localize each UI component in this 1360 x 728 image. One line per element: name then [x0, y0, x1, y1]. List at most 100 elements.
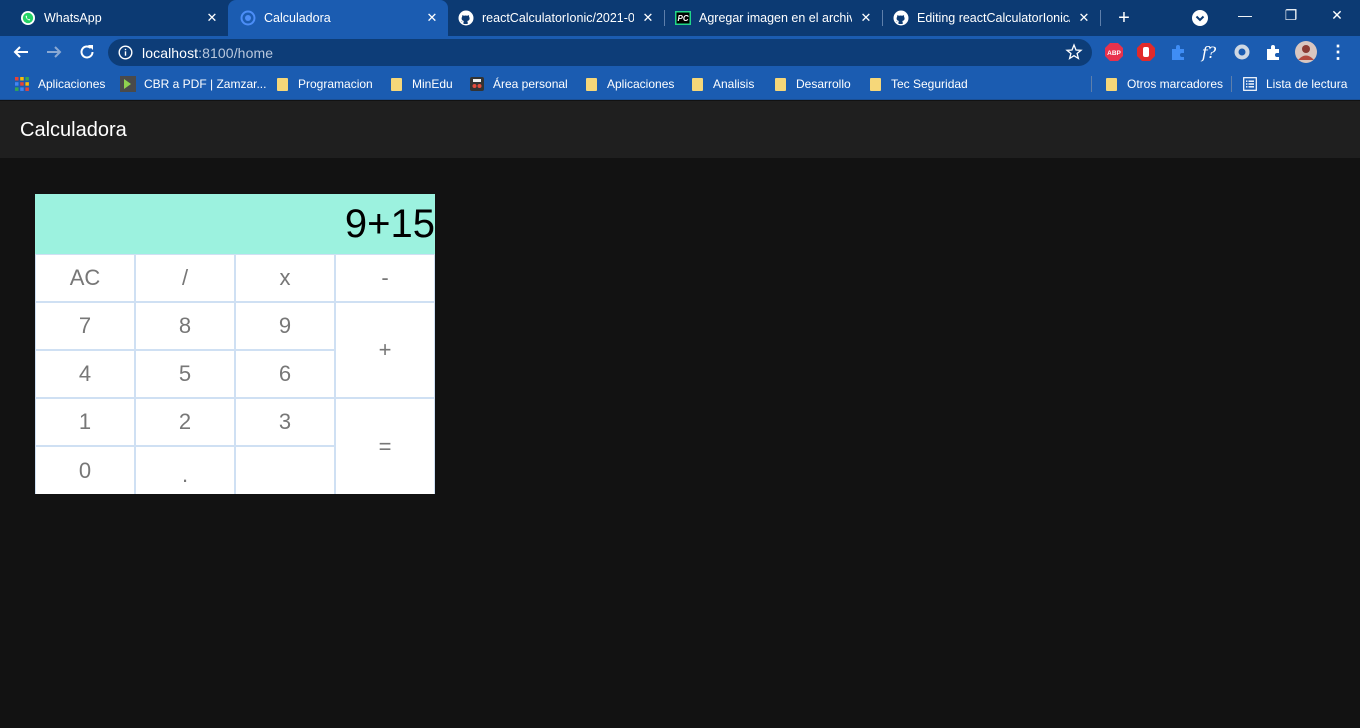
- bookmark-folder[interactable]: Desarrollo: [772, 68, 851, 100]
- key-5[interactable]: 5: [136, 351, 234, 397]
- key-6[interactable]: 6: [236, 351, 334, 397]
- calculator-display: 9+15: [35, 194, 435, 254]
- page-title: Calculadora: [20, 119, 127, 141]
- close-window-button[interactable]: ✕: [1314, 0, 1360, 30]
- bookmark-label: Tec Seguridad: [891, 77, 968, 91]
- bookmark-folder[interactable]: MinEdu: [388, 68, 453, 100]
- restore-button[interactable]: ❐: [1268, 0, 1314, 30]
- page-content: Calculadora 9+15 AC / x - 7 8 9 + 4 5 6 …: [0, 101, 1360, 728]
- bookmark-label: Aplicaciones: [607, 77, 675, 91]
- key-4[interactable]: 4: [36, 351, 134, 397]
- minimize-button[interactable]: —: [1222, 0, 1268, 30]
- bookmark-item[interactable]: Aplicaciones: [14, 68, 105, 100]
- bookmark-folder[interactable]: Analisis: [689, 68, 754, 100]
- bookmark-item[interactable]: CBR a PDF | Zamzar...: [120, 68, 266, 100]
- folder-icon: [274, 76, 290, 92]
- key-divide[interactable]: /: [136, 255, 234, 301]
- svg-text:ABP: ABP: [1107, 50, 1121, 57]
- bookmark-folder[interactable]: Tec Seguridad: [867, 68, 968, 100]
- tab-calculadora[interactable]: Calculadora ✕: [228, 0, 448, 36]
- folder-icon: [388, 76, 404, 92]
- key-minus[interactable]: -: [336, 255, 434, 301]
- tab-close-icon[interactable]: ✕: [858, 10, 874, 26]
- key-multiply[interactable]: x: [236, 255, 334, 301]
- tab-close-icon[interactable]: ✕: [424, 10, 440, 26]
- tab-close-icon[interactable]: ✕: [1076, 10, 1092, 26]
- key-3[interactable]: 3: [236, 399, 334, 445]
- bookmark-label: Analisis: [713, 77, 755, 91]
- tab-editing-calculator[interactable]: Editing reactCalculatorIonic/R ✕: [882, 0, 1100, 36]
- zamzar-icon: [120, 76, 136, 92]
- folder-icon: [867, 76, 883, 92]
- key-plus[interactable]: +: [336, 303, 434, 397]
- bookmarks-separator: [1091, 76, 1092, 92]
- url-host: localhost: [142, 45, 199, 61]
- tab-separator: [1100, 10, 1101, 26]
- address-bar[interactable]: localhost:8100/home: [108, 39, 1092, 66]
- key-2[interactable]: 2: [136, 399, 234, 445]
- bookmark-folder[interactable]: Programacion: [274, 68, 373, 100]
- bookmark-label: MinEdu: [412, 77, 453, 91]
- forward-button[interactable]: [41, 39, 67, 65]
- moodle-icon: [469, 76, 485, 92]
- folder-icon: [689, 76, 705, 92]
- tab-title: Calculadora: [264, 11, 331, 25]
- calculator: 9+15 AC / x - 7 8 9 + 4 5 6 1 2 3 = 0 .: [35, 194, 435, 494]
- calculator-keypad: AC / x - 7 8 9 + 4 5 6 1 2 3 = 0 .: [35, 254, 435, 494]
- f-icon[interactable]: f?: [1199, 42, 1219, 62]
- reading-list-label: Lista de lectura: [1266, 77, 1348, 91]
- folder-icon: [1103, 76, 1119, 92]
- tab-search-icon[interactable]: [1190, 8, 1210, 28]
- key-8[interactable]: 8: [136, 303, 234, 349]
- key-ac[interactable]: AC: [36, 255, 134, 301]
- github-icon: [458, 10, 474, 26]
- profile-avatar[interactable]: [1294, 40, 1318, 64]
- circle-icon[interactable]: [1232, 42, 1252, 62]
- abp-icon[interactable]: ABP: [1104, 42, 1124, 62]
- key-dot[interactable]: .: [136, 447, 234, 494]
- puzzle-blue-icon[interactable]: [1168, 42, 1188, 62]
- back-button[interactable]: [8, 39, 34, 65]
- key-0[interactable]: 0: [36, 447, 134, 494]
- tab-close-icon[interactable]: ✕: [204, 10, 220, 26]
- tab-title: Agregar imagen en el archivo: [699, 11, 852, 25]
- bookmarks-separator: [1231, 76, 1232, 92]
- other-bookmarks-folder[interactable]: Otros marcadores: [1103, 68, 1223, 100]
- bookmark-label: Área personal: [493, 77, 568, 91]
- apps-grid-icon: [14, 76, 30, 92]
- whatsapp-icon: [20, 10, 36, 26]
- bookmark-star-icon[interactable]: [1065, 43, 1083, 61]
- bookmark-label: Programacion: [298, 77, 373, 91]
- pycharm-icon: PC: [675, 10, 691, 26]
- info-icon[interactable]: [118, 45, 133, 60]
- key-9[interactable]: 9: [236, 303, 334, 349]
- tab-title: WhatsApp: [44, 11, 102, 25]
- new-tab-button[interactable]: +: [1112, 6, 1136, 30]
- folder-icon: [583, 76, 599, 92]
- bookmark-label: Desarrollo: [796, 77, 851, 91]
- reload-button[interactable]: [74, 39, 100, 65]
- tab-title: reactCalculatorIonic/2021-08: [482, 11, 634, 25]
- url-path: :8100/home: [198, 45, 274, 61]
- reading-list-button[interactable]: Lista de lectura: [1242, 68, 1347, 100]
- tab-github-calculator[interactable]: reactCalculatorIonic/2021-08 ✕: [448, 0, 664, 36]
- bookmark-item[interactable]: Área personal: [469, 68, 568, 100]
- key-1[interactable]: 1: [36, 399, 134, 445]
- menu-dots-icon[interactable]: ⋮: [1328, 42, 1348, 62]
- hand-stop-icon[interactable]: [1136, 42, 1156, 62]
- key-equals[interactable]: =: [336, 399, 434, 494]
- folder-icon: [772, 76, 788, 92]
- tab-whatsapp[interactable]: WhatsApp ✕: [0, 0, 228, 36]
- bookmark-label: Aplicaciones: [38, 77, 106, 91]
- tab-agregar-imagen[interactable]: PC Agregar imagen en el archivo ✕: [664, 0, 882, 36]
- browser-toolbar: localhost:8100/home ABP f? ⋮: [0, 36, 1360, 68]
- bookmark-folder[interactable]: Aplicaciones: [583, 68, 674, 100]
- arrow-right-icon: [47, 46, 62, 58]
- arrow-left-icon: [13, 46, 28, 58]
- github-icon: [893, 10, 909, 26]
- reading-list-icon: [1242, 76, 1258, 92]
- extensions-puzzle-icon[interactable]: [1263, 42, 1283, 62]
- tab-close-icon[interactable]: ✕: [640, 10, 656, 26]
- key-7[interactable]: 7: [36, 303, 134, 349]
- key-empty: [236, 447, 334, 494]
